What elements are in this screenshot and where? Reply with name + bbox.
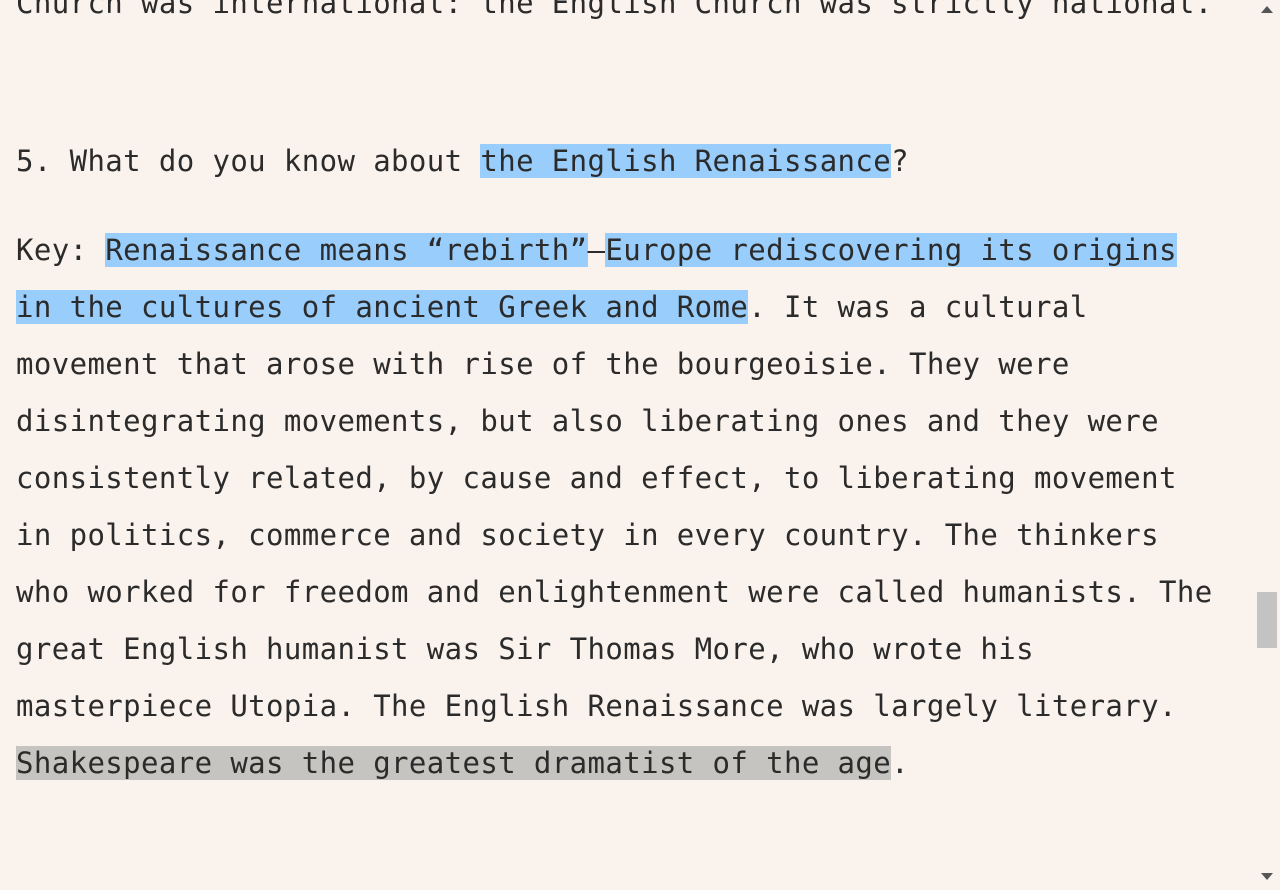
answer-line-8: great English humanist was Sir Thomas Mo… xyxy=(16,632,1034,666)
previous-answer-tail: Church was international: the English Ch… xyxy=(16,0,1213,20)
highlight-renaissance-definition[interactable]: Renaissance means “rebirth” xyxy=(105,233,588,267)
highlight-europe-origins[interactable]: Europe rediscovering its origins xyxy=(605,233,1177,267)
document-reader: Church was international: the English Ch… xyxy=(0,0,1254,890)
answer-line-9: masterpiece Utopia. The English Renaissa… xyxy=(16,689,1177,723)
arrow-down-icon[interactable] xyxy=(1261,873,1273,880)
question-5: 5. What do you know about the English Re… xyxy=(16,142,909,180)
answer-line-6: in politics, commerce and society in eve… xyxy=(16,518,1160,552)
answer-line-5: consistently related, by cause and effec… xyxy=(16,461,1177,495)
vertical-scrollbar[interactable] xyxy=(1254,0,1280,890)
answer-line-7: who worked for freedom and enlightenment… xyxy=(16,575,1213,609)
answer-line-1: Key: Renaissance means “rebirth”—Europe … xyxy=(16,231,1177,269)
answer-line-2: in the cultures of ancient Greek and Rom… xyxy=(16,288,1088,326)
arrow-up-icon[interactable] xyxy=(1261,6,1273,13)
question-mark: ? xyxy=(891,144,910,178)
answer-text: . xyxy=(891,746,909,780)
scroll-thumb[interactable] xyxy=(1257,592,1277,648)
question-text: 5. What do you know about xyxy=(16,144,481,178)
key-label: Key: xyxy=(16,233,106,267)
answer-line-3: movement that arose with rise of the bou… xyxy=(16,347,1070,381)
answer-text: . It was a cultural xyxy=(748,290,1088,324)
answer-line-10: Shakespeare was the greatest dramatist o… xyxy=(16,744,909,782)
dash: — xyxy=(587,233,606,267)
answer-line-4: disintegrating movements, but also liber… xyxy=(16,404,1160,438)
highlight-greek-rome[interactable]: in the cultures of ancient Greek and Rom… xyxy=(16,290,749,324)
highlight-shakespeare[interactable]: Shakespeare was the greatest dramatist o… xyxy=(16,746,892,780)
highlighted-term[interactable]: the English Renaissance xyxy=(480,144,892,178)
